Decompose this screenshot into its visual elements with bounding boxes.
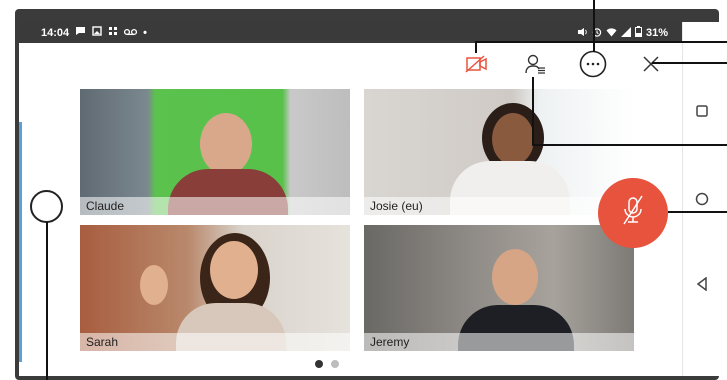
back-icon	[696, 276, 708, 295]
participant-name: Josie (eu)	[364, 197, 634, 215]
back-button[interactable]	[683, 276, 719, 296]
left-edge-indicator	[19, 122, 22, 362]
video-tile-josie[interactable]: Josie (eu)	[364, 89, 634, 215]
more-options-button[interactable]	[579, 50, 607, 83]
mic-off-icon	[618, 194, 648, 233]
self-view-toggle[interactable]	[30, 190, 63, 223]
camera-off-button[interactable]	[463, 52, 491, 80]
video-tile-claude[interactable]: Claude	[80, 89, 350, 215]
participants-button[interactable]	[521, 52, 549, 80]
participant-face	[492, 249, 538, 305]
participant-hand	[140, 265, 168, 305]
callout-line	[532, 104, 534, 146]
callout-line	[475, 41, 727, 43]
participants-icon	[524, 53, 546, 80]
callout-line	[593, 0, 595, 52]
status-time: 14:04	[41, 26, 70, 39]
participant-name: Sarah	[80, 333, 350, 351]
video-tile-sarah[interactable]: Sarah	[80, 225, 350, 351]
camera-off-icon	[465, 54, 489, 78]
chat-icon	[75, 26, 86, 39]
close-button[interactable]	[637, 52, 665, 80]
voicemail-icon	[124, 27, 138, 39]
participant-face	[492, 113, 534, 165]
callout-line	[532, 77, 534, 107]
navigation-bar	[682, 22, 719, 376]
nfc-icon	[577, 27, 588, 40]
home-button[interactable]	[683, 192, 719, 211]
recent-apps-button[interactable]	[683, 104, 719, 122]
recent-apps-icon	[695, 104, 708, 121]
signal-icon	[620, 26, 631, 40]
video-tile-jeremy[interactable]: Jeremy	[364, 225, 634, 351]
status-bar: 14:04 • 31%	[19, 22, 682, 43]
callout-line	[652, 62, 727, 64]
mute-microphone-button[interactable]	[598, 178, 668, 248]
callout-line	[475, 41, 477, 53]
close-icon	[642, 55, 660, 78]
participant-face	[210, 241, 258, 299]
home-icon	[695, 192, 709, 210]
page-dot-active[interactable]	[315, 360, 323, 368]
callout-line	[532, 144, 727, 146]
participant-name: Claude	[80, 197, 350, 215]
callout-line	[668, 211, 727, 213]
slack-icon	[108, 26, 118, 39]
battery-level: 31%	[645, 27, 668, 39]
phone-screen: 14:04 • 31% Claude Josie (eu) Sarah Jere…	[19, 22, 719, 376]
battery-icon	[634, 26, 642, 40]
participant-face	[200, 113, 252, 175]
participant-name: Jeremy	[364, 333, 634, 351]
page-dot[interactable]	[331, 360, 339, 368]
more-icon	[579, 50, 607, 83]
page-indicator	[315, 360, 339, 368]
notification-dot-icon: •	[143, 26, 147, 39]
image-icon	[92, 26, 102, 39]
callout-line	[46, 222, 48, 380]
wifi-icon	[606, 27, 617, 40]
